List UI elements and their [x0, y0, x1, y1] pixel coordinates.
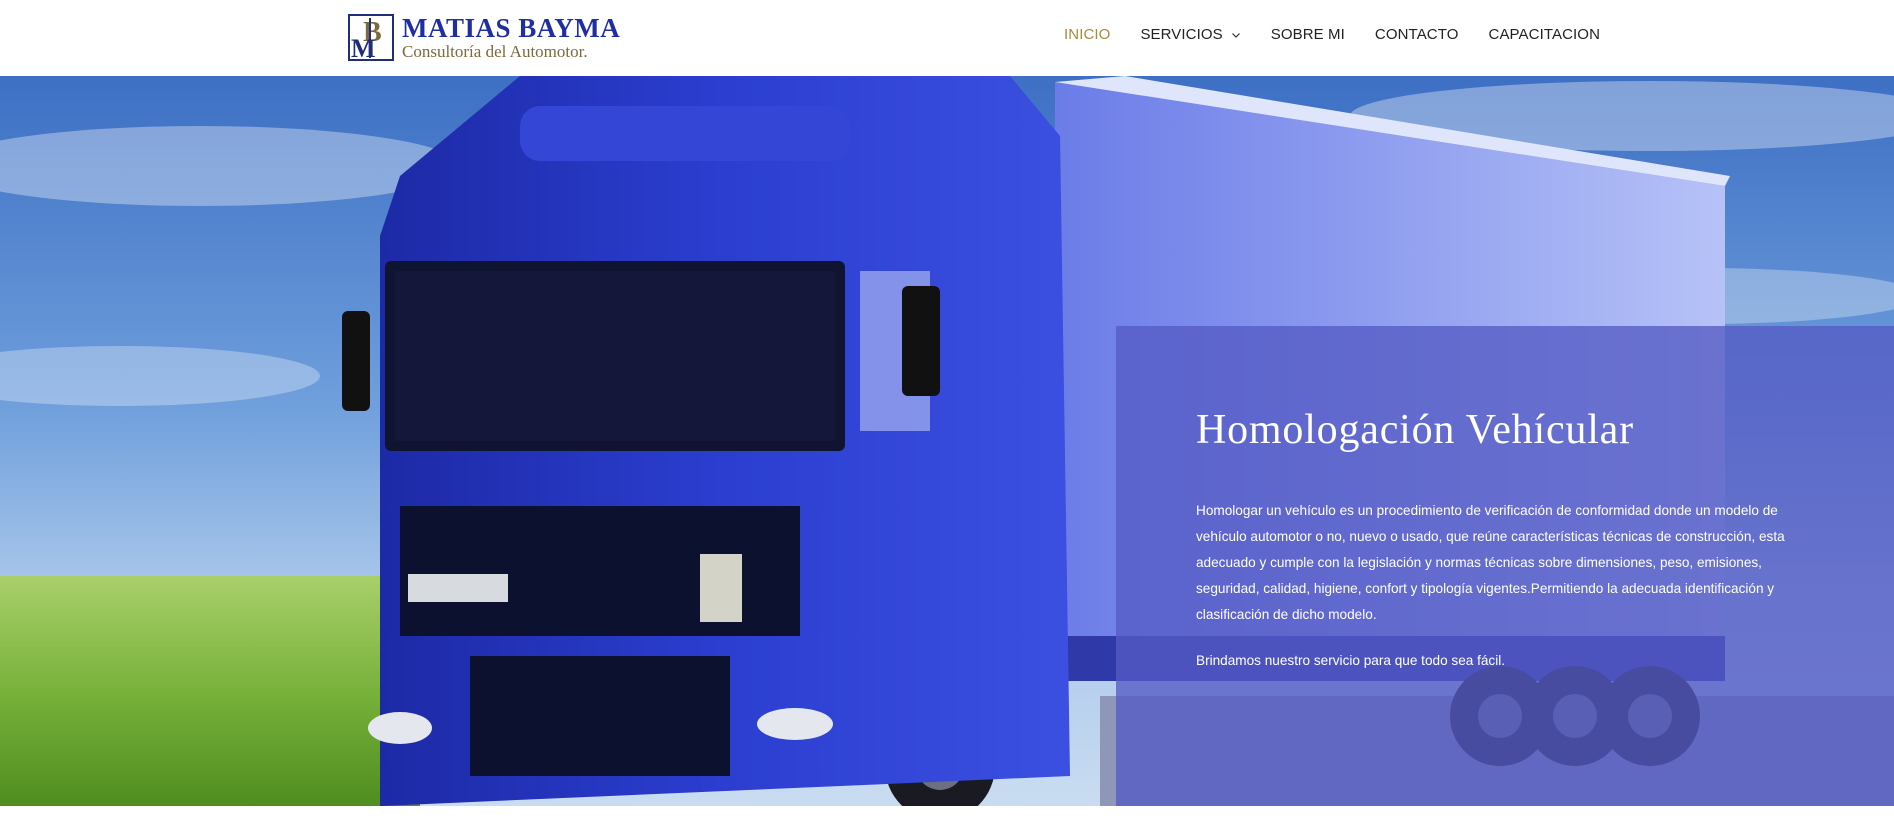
brand-tagline: Consultoría del Automotor.	[402, 41, 588, 61]
logo-link[interactable]: B M MATIAS BAYMA Consultoría del Automot…	[348, 13, 620, 61]
nav-item-label: CONTACTO	[1374, 26, 1459, 43]
nav-item-sobre-mi[interactable]: SOBRE MI	[1271, 26, 1345, 43]
hero-content-panel: Homologación Vehícular Homologar un vehí…	[1116, 326, 1894, 806]
hero-title: Homologación Vehícular	[1196, 407, 1634, 453]
brand-name: MATIAS BAYMA	[402, 12, 621, 43]
site-header: B M MATIAS BAYMA Consultoría del Automot…	[0, 0, 1894, 76]
hero-tagline: Brindamos nuestro servicio para que todo…	[1196, 653, 1506, 668]
svg-text:M: M	[351, 34, 376, 59]
nav-item-contacto[interactable]: CONTACTO	[1375, 26, 1459, 43]
nav-item-capacitacion[interactable]: CAPACITACION	[1489, 26, 1601, 43]
hero-section: Homologación Vehícular Homologar un vehí…	[0, 76, 1894, 806]
logo-text: MATIAS BAYMA Consultoría del Automotor.	[402, 12, 621, 61]
hero-description: Homologar un vehículo es un procedimient…	[1196, 503, 1785, 622]
nav-item-label: SERVICIOS	[1140, 26, 1223, 43]
nav-item-label: SOBRE MI	[1270, 26, 1345, 43]
main-nav: INICIO SERVICIOS SOBRE MI CONTACTO CAPAC…	[1064, 26, 1600, 43]
nav-item-inicio[interactable]: INICIO	[1064, 26, 1110, 43]
logo-monogram-icon: B M	[348, 13, 394, 61]
below-hero-area	[0, 806, 1894, 837]
nav-item-label: INICIO	[1064, 26, 1111, 43]
nav-item-label: CAPACITACION	[1488, 26, 1601, 43]
chevron-down-icon	[1231, 32, 1240, 38]
nav-item-servicios[interactable]: SERVICIOS	[1140, 26, 1240, 43]
